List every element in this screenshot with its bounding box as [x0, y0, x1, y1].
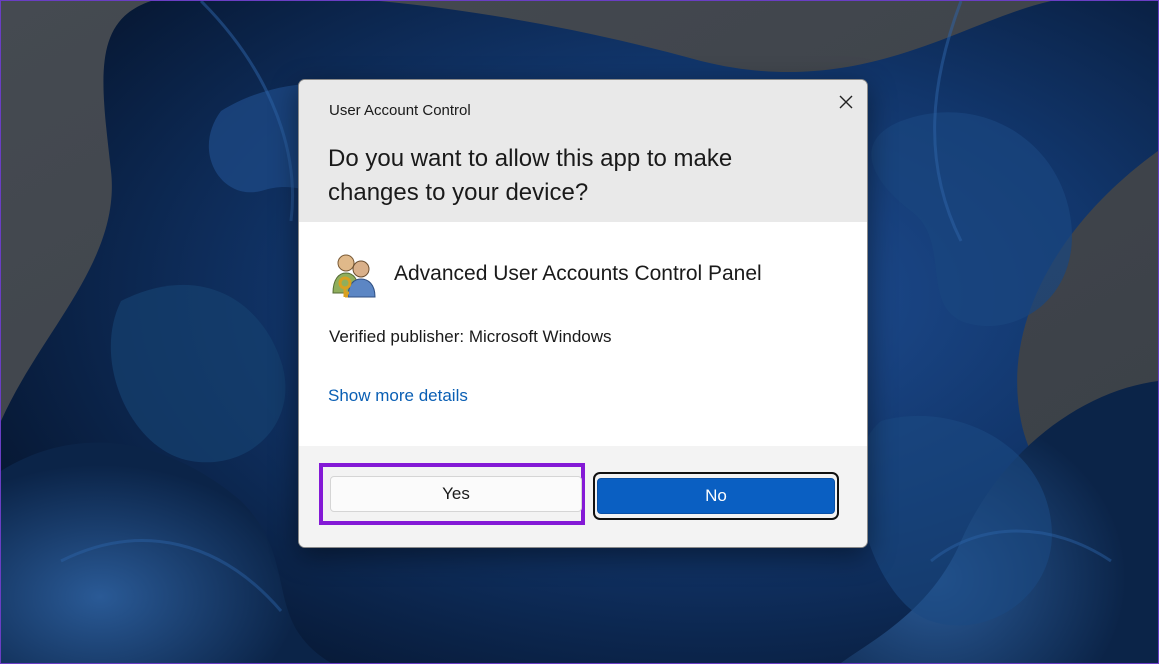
show-more-details-link[interactable]: Show more details [328, 386, 468, 406]
yes-button[interactable]: Yes [330, 476, 582, 512]
screen: User Account Control Do you want to allo… [0, 0, 1159, 664]
close-button[interactable] [831, 88, 861, 116]
app-info-row: Advanced User Accounts Control Panel [329, 250, 762, 298]
users-key-icon [332, 254, 376, 298]
app-name: Advanced User Accounts Control Panel [394, 262, 762, 285]
verified-publisher: Verified publisher: Microsoft Windows [329, 327, 612, 346]
close-icon [839, 95, 853, 109]
dialog-header: User Account Control Do you want to allo… [299, 80, 867, 222]
dialog-footer: Yes No [299, 446, 867, 547]
window-title: User Account Control [329, 102, 471, 119]
uac-dialog: User Account Control Do you want to allo… [298, 79, 868, 548]
dialog-question: Do you want to allow this app to make ch… [328, 145, 733, 206]
no-button[interactable]: No [597, 478, 835, 514]
